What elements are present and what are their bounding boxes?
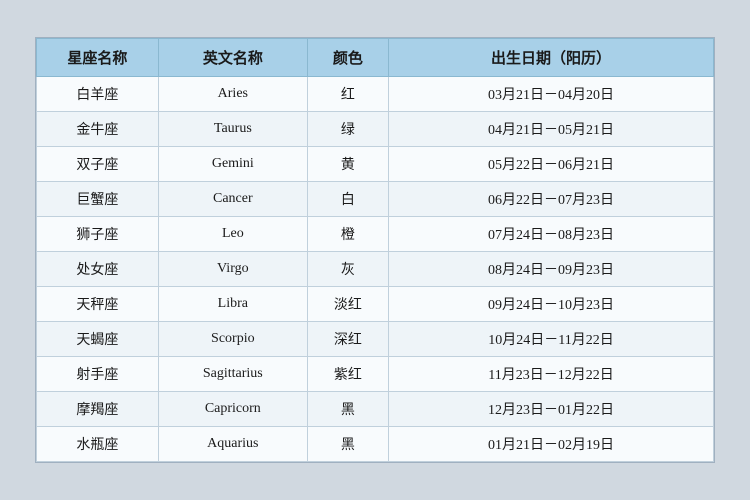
- table-row: 天秤座Libra淡红09月24日－10月23日: [37, 287, 714, 322]
- cell-color: 黄: [307, 147, 388, 182]
- header-date: 出生日期（阳历）: [389, 39, 714, 77]
- cell-date: 06月22日－07月23日: [389, 182, 714, 217]
- cell-color: 红: [307, 77, 388, 112]
- cell-date: 11月23日－12月22日: [389, 357, 714, 392]
- cell-chinese: 摩羯座: [37, 392, 159, 427]
- cell-english: Libra: [158, 287, 307, 322]
- cell-chinese: 狮子座: [37, 217, 159, 252]
- cell-english: Sagittarius: [158, 357, 307, 392]
- cell-chinese: 巨蟹座: [37, 182, 159, 217]
- table-row: 摩羯座Capricorn黑12月23日－01月22日: [37, 392, 714, 427]
- cell-english: Aquarius: [158, 427, 307, 462]
- cell-english: Virgo: [158, 252, 307, 287]
- cell-color: 绿: [307, 112, 388, 147]
- zodiac-table: 星座名称 英文名称 颜色 出生日期（阳历） 白羊座Aries红03月21日－04…: [36, 38, 714, 462]
- table-row: 处女座Virgo灰08月24日－09月23日: [37, 252, 714, 287]
- table-row: 狮子座Leo橙07月24日－08月23日: [37, 217, 714, 252]
- cell-chinese: 天秤座: [37, 287, 159, 322]
- cell-english: Aries: [158, 77, 307, 112]
- cell-english: Gemini: [158, 147, 307, 182]
- cell-english: Scorpio: [158, 322, 307, 357]
- cell-date: 12月23日－01月22日: [389, 392, 714, 427]
- cell-chinese: 处女座: [37, 252, 159, 287]
- cell-date: 07月24日－08月23日: [389, 217, 714, 252]
- header-color: 颜色: [307, 39, 388, 77]
- cell-color: 紫红: [307, 357, 388, 392]
- cell-english: Capricorn: [158, 392, 307, 427]
- cell-chinese: 金牛座: [37, 112, 159, 147]
- cell-date: 04月21日－05月21日: [389, 112, 714, 147]
- cell-date: 08月24日－09月23日: [389, 252, 714, 287]
- cell-chinese: 双子座: [37, 147, 159, 182]
- cell-chinese: 射手座: [37, 357, 159, 392]
- cell-english: Cancer: [158, 182, 307, 217]
- table-body: 白羊座Aries红03月21日－04月20日金牛座Taurus绿04月21日－0…: [37, 77, 714, 462]
- cell-chinese: 白羊座: [37, 77, 159, 112]
- cell-date: 03月21日－04月20日: [389, 77, 714, 112]
- cell-color: 深红: [307, 322, 388, 357]
- cell-chinese: 天蝎座: [37, 322, 159, 357]
- table-row: 射手座Sagittarius紫红11月23日－12月22日: [37, 357, 714, 392]
- header-chinese: 星座名称: [37, 39, 159, 77]
- table-row: 金牛座Taurus绿04月21日－05月21日: [37, 112, 714, 147]
- table-row: 水瓶座Aquarius黑01月21日－02月19日: [37, 427, 714, 462]
- table-row: 白羊座Aries红03月21日－04月20日: [37, 77, 714, 112]
- cell-color: 白: [307, 182, 388, 217]
- cell-color: 灰: [307, 252, 388, 287]
- cell-color: 黑: [307, 427, 388, 462]
- cell-english: Leo: [158, 217, 307, 252]
- cell-date: 09月24日－10月23日: [389, 287, 714, 322]
- zodiac-table-container: 星座名称 英文名称 颜色 出生日期（阳历） 白羊座Aries红03月21日－04…: [35, 37, 715, 463]
- cell-color: 橙: [307, 217, 388, 252]
- cell-date: 05月22日－06月21日: [389, 147, 714, 182]
- cell-chinese: 水瓶座: [37, 427, 159, 462]
- table-row: 巨蟹座Cancer白06月22日－07月23日: [37, 182, 714, 217]
- table-header-row: 星座名称 英文名称 颜色 出生日期（阳历）: [37, 39, 714, 77]
- table-row: 天蝎座Scorpio深红10月24日－11月22日: [37, 322, 714, 357]
- table-row: 双子座Gemini黄05月22日－06月21日: [37, 147, 714, 182]
- cell-date: 01月21日－02月19日: [389, 427, 714, 462]
- cell-date: 10月24日－11月22日: [389, 322, 714, 357]
- cell-color: 淡红: [307, 287, 388, 322]
- header-english: 英文名称: [158, 39, 307, 77]
- cell-color: 黑: [307, 392, 388, 427]
- cell-english: Taurus: [158, 112, 307, 147]
